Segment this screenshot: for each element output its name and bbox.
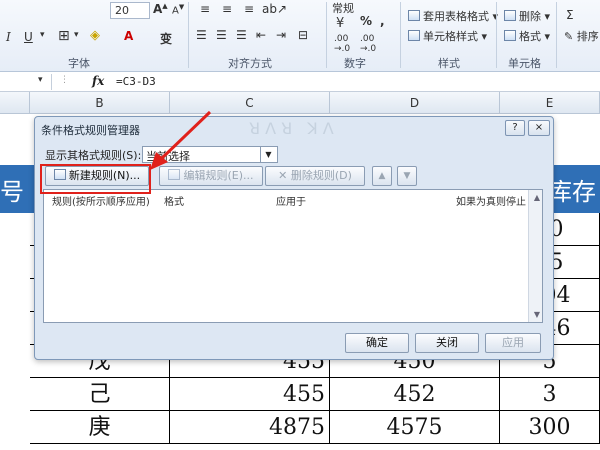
sum-icon[interactable]: Σ [566,8,574,22]
header-cell-partial-left: 号 [0,178,24,206]
ok-button[interactable]: 确定 [345,333,409,353]
fx-icon[interactable]: fx [92,74,104,88]
move-up-button[interactable]: ▲ [372,166,392,186]
list-header-rule: 规则(按所示顺序应用) [52,197,150,208]
move-down-button[interactable]: ▼ [397,166,417,186]
cell-c[interactable]: 455 [170,378,330,411]
cell-e[interactable]: 3 [500,378,600,411]
cell-b[interactable]: 己 [30,378,170,411]
formula-bar-grip-icon: ⋮ [60,75,69,85]
group-separator [496,2,497,68]
dropdown-icon[interactable]: ▾ [74,30,79,40]
group-cells-label: 单元格 [508,57,541,70]
underline-icon[interactable]: U [24,30,33,44]
close-icon[interactable]: × [528,120,550,136]
show-rules-select[interactable]: 当前选择 [142,146,278,163]
edit-rule-icon [168,169,181,180]
delete-icon [504,10,516,21]
column-header-b[interactable]: B [30,92,170,114]
group-separator [400,2,401,68]
scroll-down-icon[interactable]: ▼ [534,310,540,319]
cell-d[interactable]: 4575 [330,411,500,444]
font-size-combo[interactable]: 20 [110,2,150,19]
group-separator [326,2,327,68]
column-header-d[interactable]: D [330,92,500,114]
merge-cells-icon[interactable]: ⊟ [298,28,308,42]
cell-d[interactable]: 452 [330,378,500,411]
table-icon [408,10,420,21]
ribbon: 20 A▲ A▼ I U ▾ ⊞ ▾ ◈ A 变 ≡ ≡ ≡ ab↗ ☰ ☰ ☰… [0,0,600,72]
currency-icon[interactable]: ¥ [336,16,344,31]
chevron-down-icon[interactable]: ▼ [260,147,276,162]
decrease-decimal-icon[interactable]: .00 →.0 [360,34,376,54]
select-all-corner[interactable] [0,92,30,114]
highlight-new-rule [40,164,151,194]
delete-icon: ✕ [278,169,291,182]
align-center-icon[interactable]: ☰ [216,28,227,42]
orientation-icon[interactable]: ab↗ [262,2,287,16]
increase-decimal-icon[interactable]: .00 →.0 [334,34,350,54]
close-button[interactable]: 关闭 [415,333,479,353]
font-color-icon[interactable]: A [124,29,133,43]
percent-icon[interactable]: % [360,14,372,28]
watermark: ꓤꓥꓤ ꓘꓥ [249,119,339,138]
formula-input[interactable]: =C3-D3 [116,75,156,88]
format-cells[interactable]: 格式 ▾ [504,28,550,44]
group-font-label: 字体 [68,57,90,70]
grow-font-icon[interactable]: A▲ [153,2,168,16]
edit-rule-button[interactable]: 编辑规则(E)... [159,166,263,186]
apply-button[interactable]: 应用 [485,333,541,353]
align-right-icon[interactable]: ☰ [236,28,247,42]
shrink-font-icon[interactable]: A▼ [172,3,184,16]
rules-list[interactable]: 规则(按所示顺序应用) 格式 应用于 如果为真则停止 ▲ ▼ [43,189,543,323]
list-header-applies-to: 应用于 [276,197,306,208]
cell-style-icon [408,30,420,41]
group-styles-label: 样式 [438,57,460,70]
formula-bar: ▾ ⋮ fx =C3-D3 [0,72,600,92]
format-icon [504,30,516,41]
delete-rule-button[interactable]: ✕ 删除规则(D) [265,166,365,186]
column-header-e[interactable]: E [500,92,600,114]
conditional-format-rules-manager-dialog: 条件格式规则管理器 ꓤꓥꓤ ꓘꓥ ? × 显示其格式规则(S): 当前选择 ▼ … [34,116,554,360]
align-bottom-icon[interactable]: ≡ [244,2,254,16]
format-as-table[interactable]: 套用表格格式 ▾ [408,8,498,24]
align-left-icon[interactable]: ☰ [196,28,207,42]
group-separator [556,2,557,68]
increase-indent-icon[interactable]: ⇥ [276,28,286,42]
group-separator [188,2,189,68]
align-middle-icon[interactable]: ≡ [222,2,232,16]
delete-cells[interactable]: 删除 ▾ [504,8,550,24]
show-rules-label: 显示其格式规则(S): [45,149,142,162]
name-box[interactable]: ▾ [0,74,52,90]
help-button[interactable]: ? [505,120,525,136]
rules-scrollbar[interactable]: ▲ ▼ [528,190,542,322]
border-icon[interactable]: ⊞ [58,28,70,44]
cell-b[interactable]: 庚 [30,411,170,444]
cell-e[interactable]: 300 [500,411,600,444]
list-header-stop-if-true: 如果为真则停止 [456,197,526,208]
dropdown-icon[interactable]: ▾ [40,30,45,40]
chevron-down-icon[interactable]: ▾ [38,75,43,85]
cell-styles[interactable]: 单元格样式 ▾ [408,28,487,44]
sort-filter[interactable]: ✎ 排序 [564,28,599,44]
group-align-label: 对齐方式 [228,57,272,70]
phonetic-icon[interactable]: 变 [160,30,172,47]
decrease-indent-icon[interactable]: ⇤ [256,28,266,42]
scroll-up-icon[interactable]: ▲ [534,193,540,202]
header-cell-stock: 库存 [548,178,596,206]
align-top-icon[interactable]: ≡ [200,2,210,16]
dialog-title: 条件格式规则管理器 [41,124,140,137]
italic-icon[interactable]: I [6,30,11,44]
list-header-format: 格式 [164,197,184,208]
group-number-label: 数字 [344,57,366,70]
number-format[interactable]: 常规 [332,0,354,16]
cell-c[interactable]: 4875 [170,411,330,444]
fill-color-icon[interactable]: ◈ [90,28,100,43]
comma-icon[interactable]: , [380,14,385,28]
column-header-c[interactable]: C [170,92,330,114]
